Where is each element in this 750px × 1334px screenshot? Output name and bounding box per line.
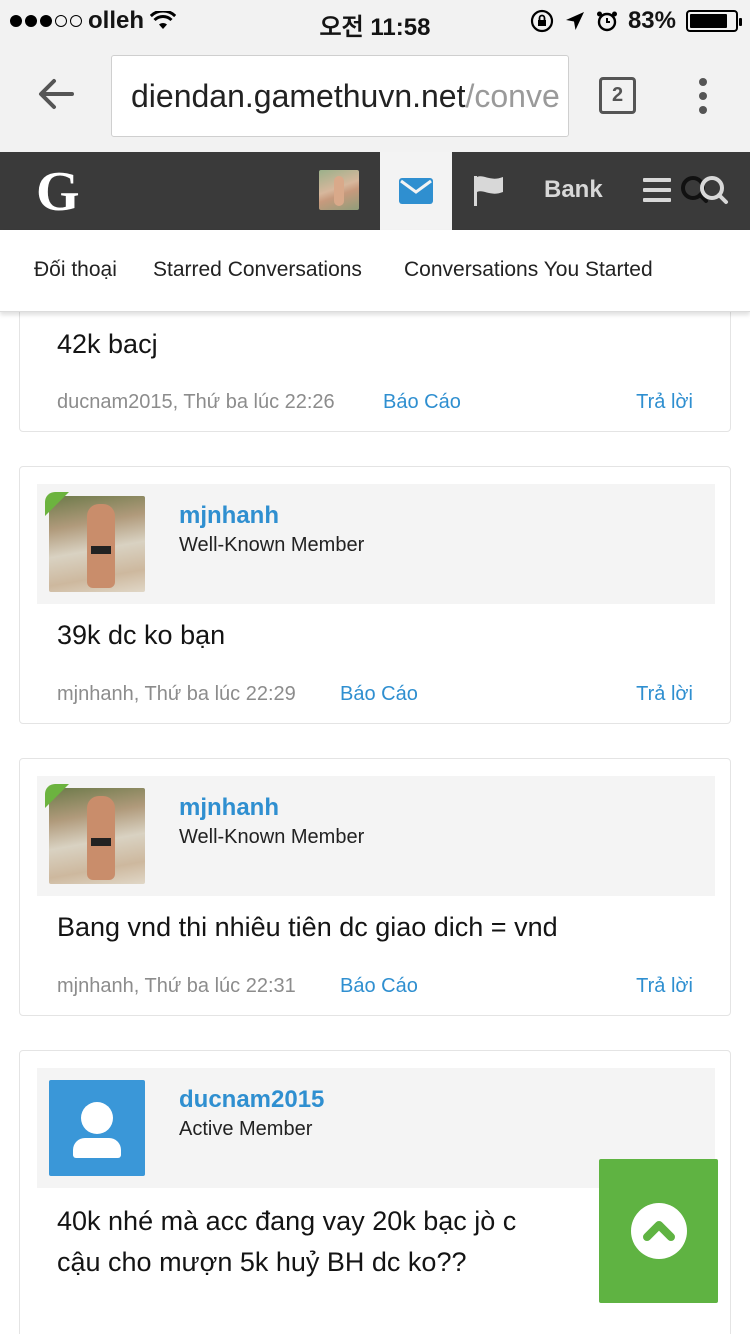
browser-toolbar: diendan.gamethuvn.net/conve 2: [0, 40, 750, 152]
message-user-info: mjnhanh Well-Known Member: [37, 776, 715, 896]
address-bar[interactable]: diendan.gamethuvn.net/conve: [111, 55, 569, 137]
conversations-subnav: Đối thoại Starred Conversations Conversa…: [0, 230, 750, 312]
online-status-badge: [45, 784, 69, 808]
user-title: Active Member: [179, 1118, 313, 1140]
message-author[interactable]: mjnhanh: [57, 975, 134, 997]
message-text: 40k nhé mà acc đang vay 20k bạc jò c cậu…: [57, 1201, 516, 1283]
message-author[interactable]: mjnhanh: [57, 683, 134, 705]
subnav-item-starred[interactable]: Starred Conversations: [153, 258, 362, 282]
mail-icon: [399, 178, 433, 204]
search-icon[interactable]: [680, 174, 730, 208]
back-arrow-icon[interactable]: [36, 74, 76, 114]
scroll-to-top-button[interactable]: [599, 1159, 718, 1303]
battery-percent: 83%: [627, 7, 676, 34]
menu-icon[interactable]: [643, 178, 671, 202]
message-time: Thứ ba lúc 22:29: [144, 683, 296, 705]
username-link[interactable]: mjnhanh: [179, 794, 279, 822]
location-icon: [565, 12, 584, 30]
message-text: 42k bacj: [57, 329, 158, 359]
conversations-tab[interactable]: [380, 152, 452, 230]
report-link[interactable]: Báo Cáo: [383, 391, 461, 414]
subnav-item-started[interactable]: Conversations You Started: [404, 258, 653, 282]
user-avatar[interactable]: [319, 170, 359, 210]
report-link[interactable]: Báo Cáo: [340, 683, 418, 706]
chevron-up-icon: [643, 1221, 675, 1241]
tab-switcher-button[interactable]: 2: [599, 77, 636, 114]
avatar[interactable]: [49, 1080, 145, 1176]
username-link[interactable]: mjnhanh: [179, 502, 279, 530]
message-line: cậu cho mượn 5k huỷ BH dc ko??: [57, 1247, 467, 1277]
message-line: 40k nhé mà acc đang vay 20k bạc jò c: [57, 1206, 517, 1236]
message-meta: mjnhanh, Thứ ba lúc 22:29: [57, 683, 296, 705]
status-right: 83%: [530, 7, 742, 35]
flag-icon[interactable]: [472, 174, 506, 208]
site-navbar: G Bank: [0, 152, 750, 230]
url-path: /conve: [465, 78, 560, 114]
default-user-icon: [81, 1102, 113, 1134]
online-status-badge: [45, 492, 69, 516]
battery-icon: [686, 10, 742, 32]
message-text: 39k dc ko bạn: [57, 620, 226, 650]
message-text: Bang vnd thi nhiêu tiên dc giao dich = v…: [57, 912, 558, 942]
message-time: Thứ ba lúc 22:26: [183, 391, 335, 413]
bank-link[interactable]: Bank: [544, 176, 603, 204]
status-bar: olleh 오전 11:58 83%: [0, 0, 750, 41]
user-title: Well-Known Member: [179, 826, 365, 848]
reply-link[interactable]: Trả lời: [636, 391, 693, 414]
battery-level: [690, 14, 727, 28]
message-meta: mjnhanh, Thứ ba lúc 22:31: [57, 975, 296, 997]
more-options-icon[interactable]: [698, 78, 708, 114]
subnav-item-conversations[interactable]: Đối thoại: [34, 258, 117, 282]
conversation-message: mjnhanh Well-Known Member Bang vnd thi n…: [19, 758, 731, 1016]
url-domain: diendan.gamethuvn.net: [131, 78, 466, 114]
site-logo[interactable]: G: [36, 160, 80, 224]
conversation-message: mjnhanh Well-Known Member 39k dc ko bạn …: [19, 466, 731, 724]
message-time: Thứ ba lúc 22:31: [144, 975, 296, 997]
message-user-info: mjnhanh Well-Known Member: [37, 484, 715, 604]
reply-link[interactable]: Trả lời: [636, 683, 693, 706]
user-title: Well-Known Member: [179, 534, 365, 556]
report-link[interactable]: Báo Cáo: [340, 975, 418, 998]
rotation-lock-icon: [530, 9, 554, 33]
username-link[interactable]: ducnam2015: [179, 1086, 324, 1114]
message-meta: ducnam2015, Thứ ba lúc 22:26: [57, 391, 335, 413]
reply-link[interactable]: Trả lời: [636, 975, 693, 998]
message-author[interactable]: ducnam2015: [57, 391, 173, 413]
alarm-icon: [596, 11, 617, 32]
